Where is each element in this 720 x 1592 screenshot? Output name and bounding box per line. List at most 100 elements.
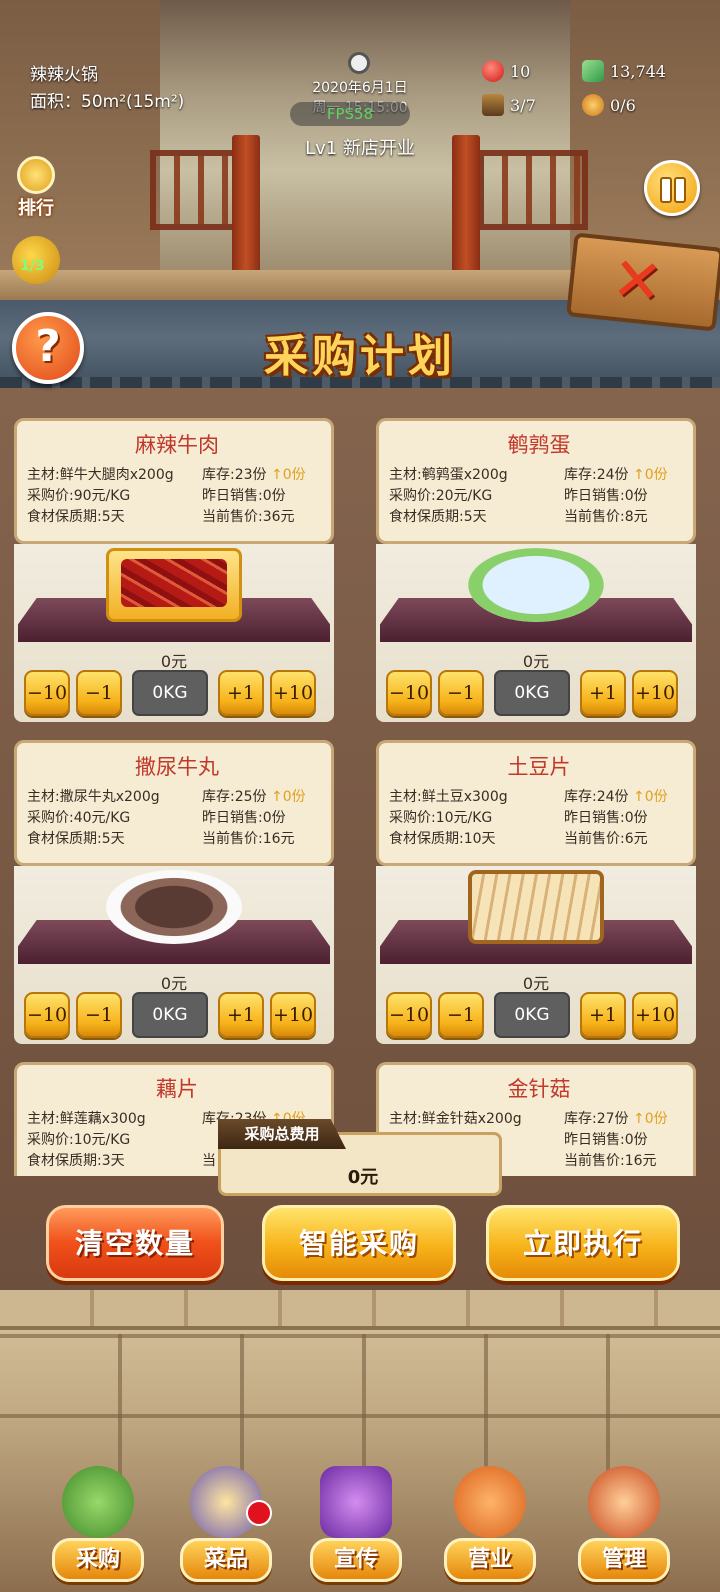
heart-icon <box>482 60 504 82</box>
buy-price: 采购价:40元/KG <box>27 810 131 826</box>
hearts-stat: 10 <box>482 60 530 82</box>
stock: 库存:23份 <box>202 467 267 483</box>
floor-ledge <box>0 1290 720 1330</box>
panel-title: 采购计划 <box>264 331 456 382</box>
buy-price: 采购价:90元/KG <box>27 488 131 504</box>
minus-1-button[interactable]: −1 <box>438 670 484 716</box>
plus-1-button[interactable]: +1 <box>218 992 264 1038</box>
minus-10-button[interactable]: −10 <box>24 670 70 716</box>
stock: 库存:24份 <box>564 789 629 805</box>
sold-yesterday: 昨日销售:0份 <box>564 810 648 826</box>
sell-price: 当前售价:16元 <box>202 831 295 847</box>
smart-purchase-button[interactable]: 智能采购 <box>262 1205 456 1281</box>
card-info: 鹌鹑蛋 主材:鹌鹑蛋x200g 库存:24份 ↑0份 采购价:20元/KG 昨日销售… <box>376 418 696 544</box>
plus-10-button[interactable]: +10 <box>270 992 316 1038</box>
tables-stat: 3/7 <box>482 94 536 116</box>
store-area: 面积：50m²(15m²) <box>30 92 185 112</box>
bottom-nav: 采购 菜品 宣传 营业 管理 <box>0 1460 720 1592</box>
fps-counter: FPS58 <box>290 102 410 126</box>
quantity-display: 0KG <box>132 992 208 1038</box>
store-name: 辣辣火锅 <box>30 65 98 85</box>
card-info: 麻辣牛肉 主材:鲜牛大腿肉x200g 库存:23份 ↑0份 采购价:90元/KG 昨… <box>14 418 334 544</box>
basket-icon <box>62 1466 134 1538</box>
main-ingredient: 主材:鲜土豆x300g <box>389 789 508 805</box>
plus-10-button[interactable]: +10 <box>270 670 316 716</box>
video-icon <box>320 1466 392 1538</box>
store-info: 辣辣火锅 面积：50m²(15m²) <box>30 62 184 116</box>
buy-price: 采购价:10元/KG <box>27 1132 131 1148</box>
chef-icon <box>582 94 604 116</box>
hearts-value: 10 <box>510 61 531 81</box>
minus-1-button[interactable]: −1 <box>438 992 484 1038</box>
plus-1-button[interactable]: +1 <box>580 670 626 716</box>
stock-change: ↑0份 <box>270 467 306 483</box>
shelf-life: 食材保质期:5天 <box>27 509 125 525</box>
plus-10-button[interactable]: +10 <box>632 992 678 1038</box>
nav-management[interactable]: 管理 <box>574 1460 674 1590</box>
railing-right <box>478 150 588 230</box>
nav-dishes[interactable]: 菜品 <box>176 1460 276 1590</box>
ingredient-name: 麻辣牛肉 <box>135 433 219 457</box>
notification-dot <box>246 1500 272 1526</box>
item-cost: 0元 <box>160 652 188 671</box>
staff-value: 0/6 <box>610 95 636 115</box>
sold-yesterday: 昨日销售:0份 <box>564 1132 648 1148</box>
shelf-life: 食材保质期:5天 <box>27 831 125 847</box>
execute-now-button[interactable]: 立即执行 <box>486 1205 680 1281</box>
staff-stat: 0/6 <box>582 94 636 116</box>
quantity-display: 0KG <box>494 992 570 1038</box>
buy-price: 采购价:10元/KG <box>389 810 493 826</box>
cash-stat: 13,744 <box>582 60 666 82</box>
railing-left <box>150 150 240 230</box>
minus-10-button[interactable]: −10 <box>24 992 70 1038</box>
quantity-display: 0KG <box>494 670 570 716</box>
pillar-right <box>452 135 480 285</box>
total-cost-label: 采购总费用 <box>218 1119 346 1149</box>
potato-dish-icon <box>468 870 604 944</box>
close-button[interactable]: ✕ <box>566 232 720 332</box>
buy-price: 采购价:20元/KG <box>389 488 493 504</box>
dish-display: 0元 −10 −1 0KG +1 +10 <box>14 544 334 722</box>
meatball-dish-icon <box>106 870 242 944</box>
rank-label: 排行 <box>18 198 54 219</box>
rank-button[interactable]: 排行 <box>6 156 66 222</box>
ingredient-name: 撒尿牛丸 <box>135 755 219 779</box>
sold-yesterday: 昨日销售:0份 <box>202 488 286 504</box>
sell-price: 当 <box>202 1153 216 1169</box>
pause-button[interactable] <box>644 160 700 216</box>
minus-10-button[interactable]: −10 <box>386 670 432 716</box>
sell-price: 当前售价:6元 <box>564 831 648 847</box>
main-ingredient: 主材:鲜莲藕x300g <box>27 1111 146 1127</box>
shelf-life: 食材保质期:10天 <box>389 831 496 847</box>
nav-label: 宣传 <box>310 1538 402 1582</box>
help-button[interactable]: ? <box>12 312 84 384</box>
stock-change: ↑0份 <box>632 467 668 483</box>
ingredient-name: 鹌鹑蛋 <box>507 433 571 457</box>
dish-display: 0元 −10 −1 0KG +1 +10 <box>376 866 696 1044</box>
helmet-button[interactable]: 1/3 <box>12 236 60 284</box>
total-cost-box: 采购总费用 0元 <box>218 1119 502 1196</box>
nav-business[interactable]: 营业 <box>440 1460 540 1590</box>
nav-promotion[interactable]: 宣传 <box>306 1460 406 1590</box>
shelf-life: 食材保质期:3天 <box>27 1153 125 1169</box>
main-ingredient: 主材:撒尿牛丸x200g <box>27 789 160 805</box>
minus-1-button[interactable]: −1 <box>76 670 122 716</box>
item-cost: 0元 <box>160 974 188 993</box>
plus-1-button[interactable]: +1 <box>580 992 626 1038</box>
shelf-life: 食材保质期:5天 <box>389 509 487 525</box>
sell-price: 当前售价:36元 <box>202 509 295 525</box>
ingredient-list[interactable]: 麻辣牛肉 主材:鲜牛大腿肉x200g 库存:23份 ↑0份 采购价:90元/KG 昨… <box>0 418 720 1176</box>
minus-1-button[interactable]: −1 <box>76 992 122 1038</box>
ingredient-name: 土豆片 <box>507 755 571 779</box>
quantity-display: 0KG <box>132 670 208 716</box>
stock: 库存:24份 <box>564 467 629 483</box>
egg-dish-icon <box>468 548 604 622</box>
card-info: 土豆片 主材:鲜土豆x300g 库存:24份 ↑0份 采购价:10元/KG 昨日销售… <box>376 740 696 866</box>
clear-quantity-button[interactable]: 清空数量 <box>46 1205 224 1281</box>
stock-change: ↑0份 <box>632 1111 668 1127</box>
nav-purchase[interactable]: 采购 <box>48 1460 148 1590</box>
plus-1-button[interactable]: +1 <box>218 670 264 716</box>
minus-10-button[interactable]: −10 <box>386 992 432 1038</box>
plus-10-button[interactable]: +10 <box>632 670 678 716</box>
stock-change: ↑0份 <box>270 789 306 805</box>
